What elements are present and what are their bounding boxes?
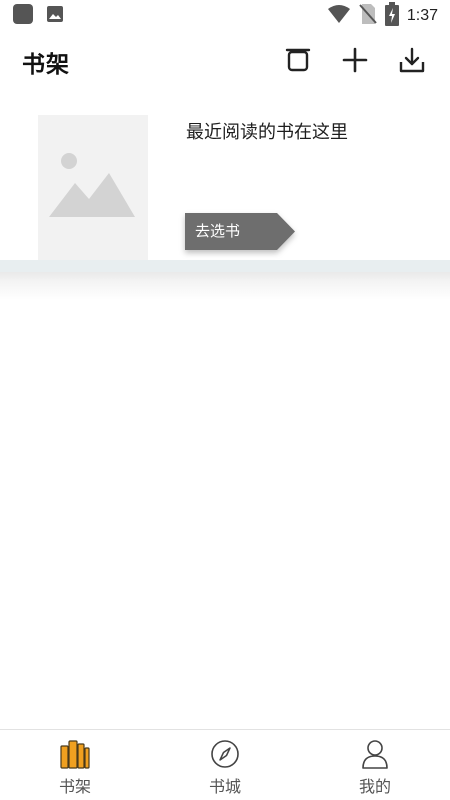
- choose-book-button[interactable]: 去选书: [185, 213, 295, 250]
- battery-charging-icon: [384, 2, 399, 30]
- status-left: [12, 3, 64, 29]
- image-placeholder-icon: [49, 151, 137, 227]
- header-actions: [282, 46, 428, 78]
- image-icon: [46, 5, 64, 27]
- status-right: 1:37: [327, 2, 438, 30]
- section-shadow: [0, 272, 450, 300]
- nav-label-bookstore: 书城: [208, 777, 241, 796]
- download-icon: [398, 46, 426, 78]
- download-button[interactable]: [396, 46, 428, 78]
- bottom-nav: 书架 书城 我的: [0, 729, 450, 800]
- recent-reading-card: 最近阅读的书在这里 去选书: [0, 104, 450, 262]
- book-cover-placeholder[interactable]: [38, 115, 148, 262]
- nav-item-bookstore[interactable]: 书城: [150, 730, 300, 800]
- status-time: 1:37: [406, 7, 438, 24]
- person-icon: [359, 738, 391, 770]
- wifi-icon: [327, 4, 351, 28]
- notification-square-icon: [12, 3, 34, 29]
- plus-icon: [342, 47, 368, 77]
- nav-label-mine: 我的: [358, 777, 391, 796]
- nav-label-bookshelf: 书架: [58, 777, 91, 796]
- page-title: 书架: [22, 52, 70, 78]
- add-button[interactable]: [339, 46, 371, 78]
- bookshelf-manage-button[interactable]: [282, 46, 314, 78]
- no-sim-icon: [359, 3, 377, 29]
- section-divider: [0, 260, 450, 272]
- compass-icon: [209, 738, 241, 770]
- choose-book-label: 去选书: [195, 222, 241, 240]
- bookshelf-box-icon: [285, 47, 311, 77]
- bookshelf-icon: [59, 738, 91, 770]
- nav-item-bookshelf[interactable]: 书架: [0, 730, 150, 800]
- app-header: 书架: [0, 36, 450, 88]
- recent-reading-text: 最近阅读的书在这里: [186, 122, 348, 143]
- nav-item-mine[interactable]: 我的: [300, 730, 450, 800]
- status-bar: 1:37: [0, 0, 450, 32]
